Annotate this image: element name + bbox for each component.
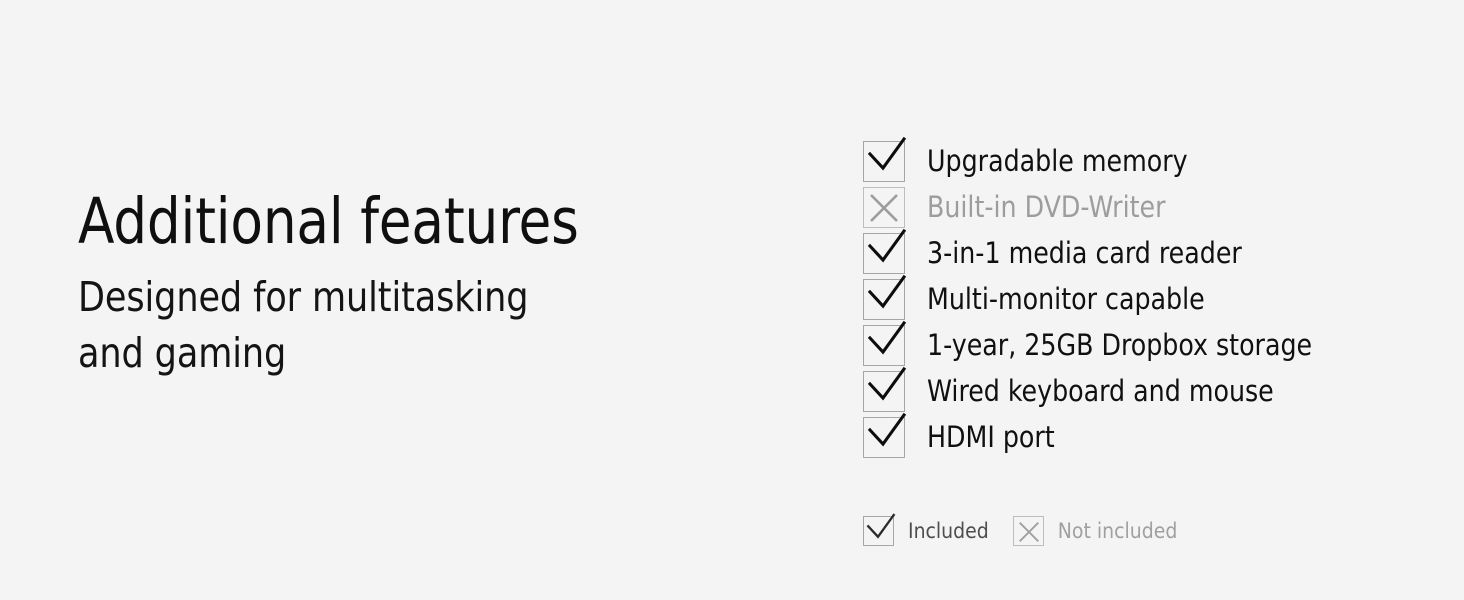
- legend-label: Included: [908, 519, 989, 543]
- feature-row[interactable]: Built-in DVD-Writer: [863, 187, 1324, 233]
- legend-label: Not included: [1057, 519, 1178, 543]
- feature-row[interactable]: 1-year, 25GB Dropbox storage: [863, 320, 1324, 371]
- feature-row[interactable]: HDMI port: [863, 412, 1324, 463]
- feature-checkbox-checked[interactable]: [863, 366, 907, 412]
- legend-checkbox-unchecked: [1012, 516, 1044, 546]
- feature-label: Multi-monitor capable: [927, 282, 1205, 316]
- cross-icon: [870, 194, 898, 222]
- feature-row[interactable]: Wired keyboard and mouse: [863, 366, 1324, 417]
- check-icon: [867, 136, 907, 171]
- feature-checkbox-checked[interactable]: [863, 228, 907, 274]
- feature-label: Wired keyboard and mouse: [927, 374, 1274, 408]
- page-subtitle-line-2: and gaming: [78, 329, 287, 377]
- feature-label: Built-in DVD-Writer: [927, 190, 1166, 224]
- feature-label: 3-in-1 media card reader: [927, 236, 1242, 270]
- feature-row[interactable]: 3-in-1 media card reader: [863, 228, 1324, 279]
- feature-checkbox-checked[interactable]: [863, 274, 907, 320]
- legend-item: Included: [863, 513, 989, 546]
- legend: Included Not included: [863, 513, 1178, 546]
- check-icon: [866, 513, 896, 539]
- headline-block: Additional features Designed for multita…: [78, 185, 718, 381]
- page-subtitle-line-1: Designed for multitasking: [78, 273, 529, 321]
- legend-checkbox-checked: [863, 513, 896, 546]
- feature-checkbox-checked[interactable]: [863, 412, 907, 458]
- slide-canvas: Additional features Designed for multita…: [0, 0, 1464, 600]
- feature-label: Upgradable memory: [927, 144, 1188, 178]
- feature-row[interactable]: Multi-monitor capable: [863, 274, 1324, 325]
- feature-checkbox-checked[interactable]: [863, 136, 907, 182]
- check-icon: [867, 366, 907, 401]
- check-icon: [867, 228, 907, 263]
- feature-label: HDMI port: [927, 420, 1055, 454]
- page-title: Additional features: [78, 185, 579, 258]
- check-icon: [867, 412, 907, 447]
- check-icon: [867, 320, 907, 355]
- legend-item: Not included: [1012, 516, 1178, 546]
- feature-row[interactable]: Upgradable memory: [863, 136, 1324, 187]
- check-icon: [867, 274, 907, 309]
- cross-icon: [1018, 522, 1039, 542]
- feature-list: Upgradable memory Built-in DVD-Writer 3-in…: [863, 136, 1324, 463]
- feature-checkbox-checked[interactable]: [863, 320, 907, 366]
- feature-checkbox-unchecked[interactable]: [863, 187, 905, 228]
- page-subtitle: Designed for multitasking and gaming: [78, 269, 572, 381]
- feature-label: 1-year, 25GB Dropbox storage: [927, 328, 1313, 362]
